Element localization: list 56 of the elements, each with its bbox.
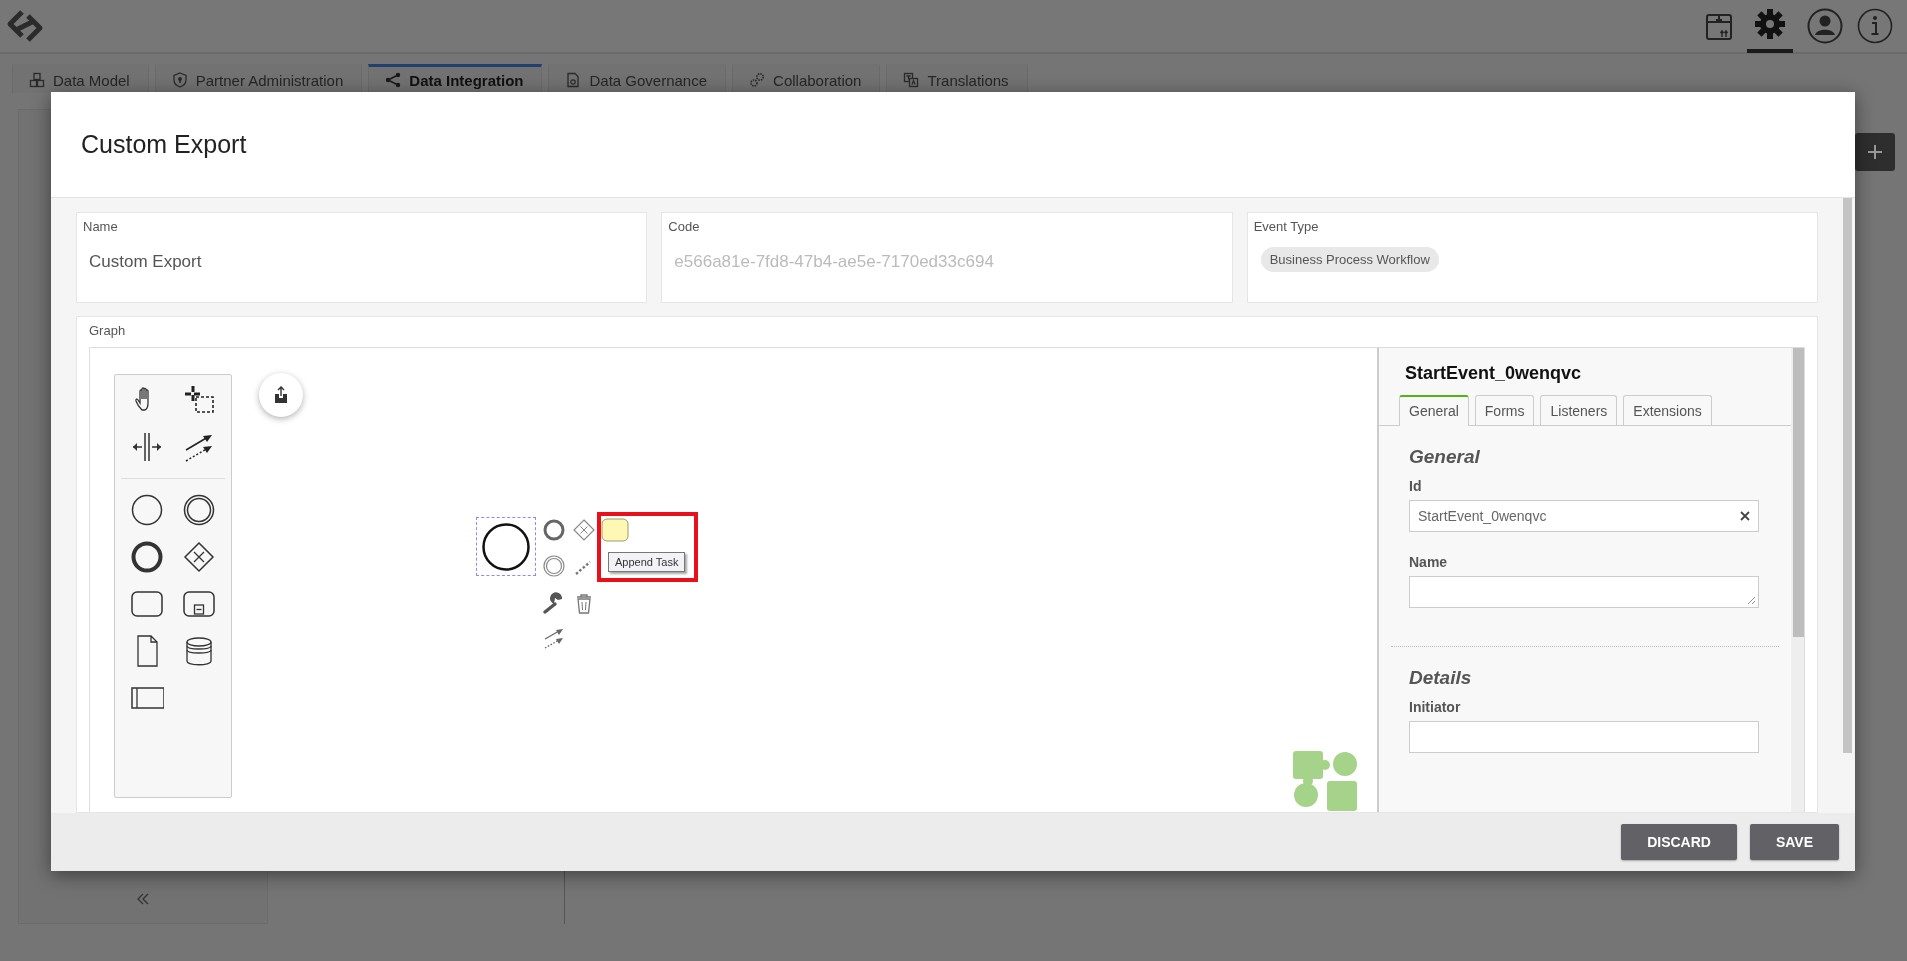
resize-grip-icon (1747, 596, 1756, 605)
text-input[interactable]: StartEvent_0wenqvc (1409, 500, 1759, 532)
field-value[interactable]: Custom Export (89, 252, 641, 272)
scrollbar-thumb[interactable] (1843, 198, 1852, 753)
field-label: Name (1409, 554, 1449, 570)
gateway-icon[interactable] (182, 540, 216, 574)
package-icon[interactable] (1705, 11, 1733, 41)
field-label: Code (668, 219, 701, 234)
cubes-icon (29, 72, 45, 88)
nav-tab[interactable]: Data Model (12, 64, 149, 93)
section-label: Graph (89, 323, 127, 338)
field-label: Name (83, 219, 119, 234)
field-label: Initiator (1409, 699, 1462, 715)
section-heading: Details (1409, 667, 1473, 689)
upload-icon (273, 386, 289, 404)
space-tool-icon[interactable] (130, 430, 164, 464)
nav-tab[interactable]: Data Integration (368, 64, 543, 93)
info-icon[interactable] (1857, 8, 1893, 44)
dialog-title: Custom Export (81, 130, 247, 159)
event-type-chip[interactable]: Business Process Workflow (1260, 247, 1439, 272)
clear-icon[interactable] (1740, 511, 1750, 521)
text-input[interactable] (1409, 721, 1759, 753)
nodes-icon (385, 72, 402, 88)
start-event-icon[interactable] (130, 493, 164, 527)
panel-tab[interactable]: Forms (1474, 395, 1535, 425)
export-button[interactable] (259, 373, 303, 417)
field-label: Id (1409, 478, 1423, 494)
settings-icon[interactable] (1754, 8, 1786, 40)
nav-tab[interactable]: Partner Administration (154, 64, 363, 93)
translate-icon (903, 72, 920, 88)
panel-tab[interactable]: General (1399, 395, 1469, 426)
shield-icon (171, 72, 188, 88)
dialog-button[interactable]: SAVE (1749, 824, 1839, 860)
collapse-icon[interactable] (135, 891, 151, 907)
plus-icon (1868, 145, 1882, 159)
scrollbar-thumb[interactable] (1793, 348, 1804, 637)
section-heading: General (1409, 446, 1481, 468)
double-ring-icon[interactable] (542, 554, 566, 578)
document-icon (565, 72, 582, 88)
ring-icon[interactable] (542, 518, 566, 542)
element-title: StartEvent_0wenqvc (1404, 362, 1583, 384)
panel-tab[interactable]: Extensions (1623, 395, 1712, 425)
dialog-button[interactable]: DISCARD (1621, 824, 1737, 860)
user-icon[interactable] (1807, 8, 1843, 44)
diagram-canvas[interactable]: Append Task (90, 348, 1377, 812)
field-value: e566a81e-7fd8-47b4-ae5e-7170ed33c694 (674, 252, 995, 272)
end-event-icon[interactable] (130, 540, 164, 574)
intermediate-event-icon[interactable] (182, 493, 216, 527)
gears-icon (749, 72, 766, 88)
field-label: Event Type (1253, 219, 1320, 234)
nav-tab[interactable]: Collaboration (732, 64, 881, 93)
tooltip: Append Task (608, 552, 686, 572)
puzzle-logo-icon (1293, 751, 1359, 811)
panel-tab[interactable]: Listeners (1540, 395, 1618, 425)
connect-arrows-icon[interactable] (542, 627, 566, 651)
add-button[interactable] (1855, 133, 1895, 171)
